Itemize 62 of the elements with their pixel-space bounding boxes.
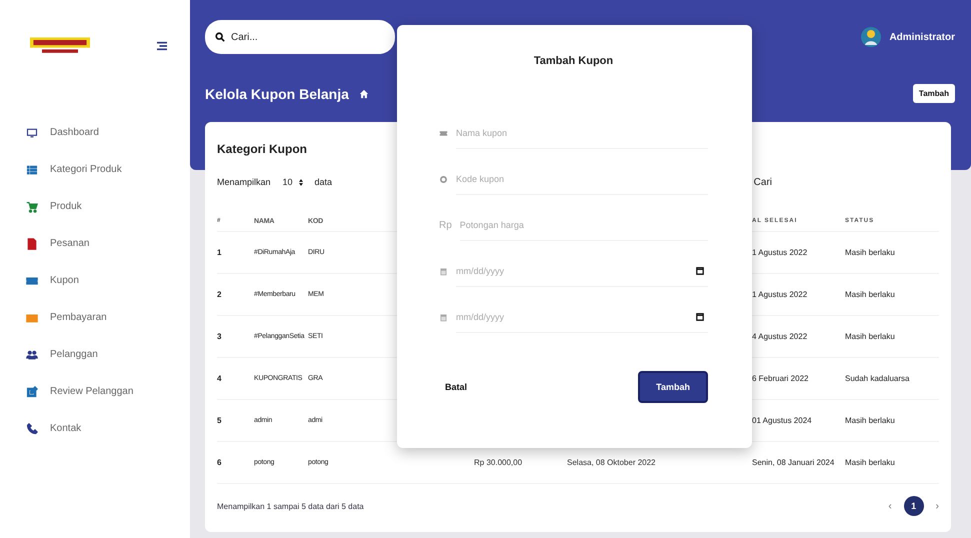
table-cell: 3 [217,332,222,341]
sidebar-item[interactable]: Kupon [0,262,190,299]
cancel-button[interactable]: Batal [439,378,474,396]
sidebar-item[interactable]: Produk [0,188,190,225]
add-button[interactable]: Tambah [912,84,955,103]
input-field[interactable]: mm/dd/yyyy [456,255,708,287]
card-title: Kategori Kupon [217,142,307,156]
table-cell: Masih berlaku [845,290,895,299]
length-label: data [314,177,332,187]
table-cell: 1 Agustus 2022 [752,248,808,257]
table-cell: Sudah kadaluarsa [845,374,910,383]
table-cell: 2 [217,290,222,299]
sidebar-item[interactable]: Pembayaran [0,299,190,336]
calendar-icon [439,312,448,322]
table-cell: Senin, 08 Januari 2024 [752,458,834,467]
length-select[interactable]: 10 [278,175,307,189]
search-field[interactable]: Cari... [205,20,395,54]
calendar-icon[interactable] [696,267,704,275]
next-link[interactable]: › [936,500,939,512]
length-label: Menampilkan [217,177,271,187]
input-field[interactable]: Nama kupon [456,117,708,149]
avatar-icon[interactable] [861,27,882,47]
input-field[interactable]: Potongan harga [460,209,708,241]
user-name[interactable]: Administrator [889,32,955,42]
table-cell: 4 Agustus 2022 [752,332,808,341]
menu-icon[interactable] [156,41,168,51]
table-cell: 1 Agustus 2022 [752,290,808,299]
sidebar-item[interactable]: Kategori Produk [0,151,190,188]
table-cell: Selasa, 08 Oktober 2022 [567,458,656,467]
sidebar-item[interactable]: Pelanggan [0,336,190,373]
table-cell: 1 [217,248,222,257]
sidebar-item[interactable]: Review Pelanggan [0,373,190,410]
caret-icon [298,178,303,186]
ticket-icon [439,128,448,138]
calendar-icon[interactable] [696,313,704,321]
previous-link[interactable]: ‹ [888,500,892,512]
table-cell: Masih berlaku [845,248,895,257]
page-title: Kelola Kupon Belanja [205,86,349,102]
table-cell: 6 [217,458,222,467]
table-cell: Rp 30.000,00 [474,458,522,467]
input-field[interactable]: Kode kupon [456,163,708,195]
search-icon [215,32,225,42]
sidebar-item[interactable]: Kontak [0,410,190,447]
sidebar-item[interactable]: Dashboard [0,114,190,151]
table-cell: 6 Februari 2022 [752,374,808,383]
search-label: Cari [754,176,772,188]
submit-button[interactable]: Tambah [638,371,708,403]
table-cell: 4 [217,374,222,383]
sidebar-item[interactable]: Pesanan [0,225,190,262]
modal-title: Tambah Kupon [532,54,614,67]
table-cell: Masih berlaku [845,332,895,341]
table-cell: 01 Agustus 2024 [752,416,812,425]
input-field[interactable]: mm/dd/yyyy [456,301,708,333]
currency-prefix: Rp [439,220,452,230]
table-cell: 5 [217,416,222,425]
page-button[interactable]: 1 [904,496,924,516]
table-cell: Masih berlaku [845,458,895,467]
calendar-icon [439,266,448,276]
table-cell: Masih berlaku [845,416,895,425]
table-info: Menampilkan 1 sampai 5 data dari 5 data [217,502,364,510]
logo-icon [30,37,90,55]
home-icon[interactable] [358,88,369,98]
